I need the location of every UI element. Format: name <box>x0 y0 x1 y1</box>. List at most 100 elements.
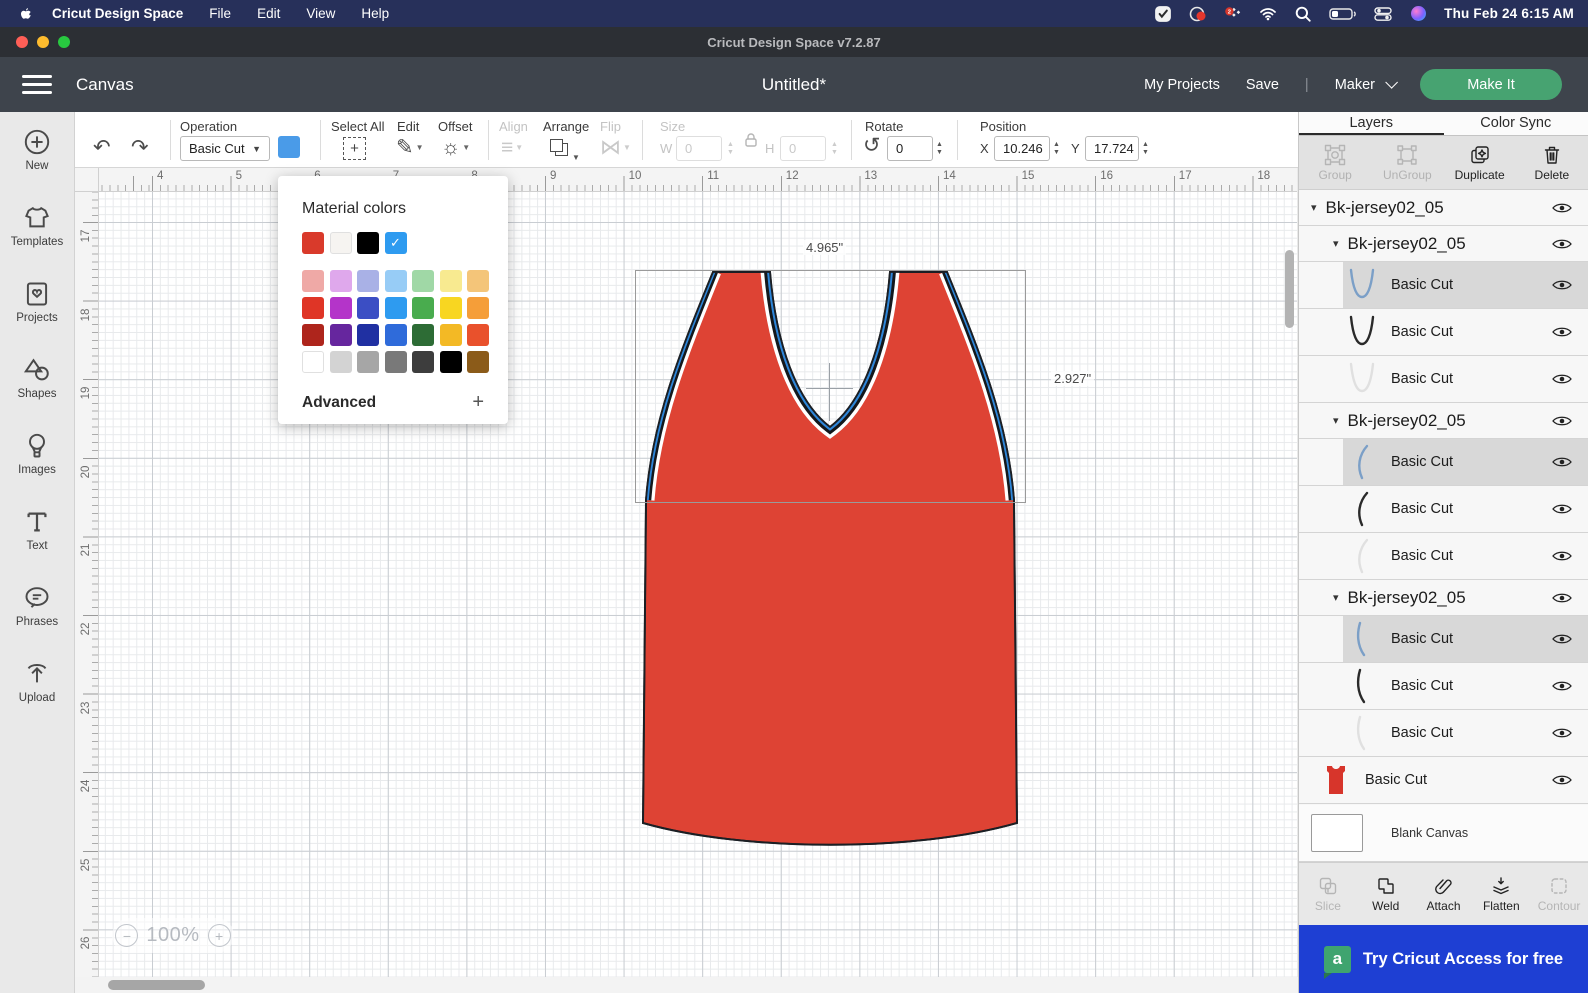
canvas-horizontal-scrollbar[interactable] <box>108 980 205 990</box>
machine-selector[interactable]: Maker <box>1335 76 1398 93</box>
palette-color-swatch[interactable] <box>357 297 379 319</box>
undo-icon[interactable]: ↶ <box>93 136 111 160</box>
material-color-swatch[interactable] <box>357 232 379 254</box>
sidebar-item-templates[interactable]: Templates <box>0 188 74 264</box>
layer-item-row-selected[interactable]: Basic Cut <box>1299 616 1588 663</box>
material-color-swatch[interactable] <box>302 232 324 254</box>
add-color-icon[interactable]: + <box>472 391 484 414</box>
flatten-button[interactable]: Flatten <box>1472 863 1530 925</box>
offset-sun-icon[interactable]: ☼ ▼ <box>441 136 470 160</box>
palette-color-swatch[interactable] <box>384 297 407 319</box>
wifi-status-icon[interactable] <box>1259 6 1277 22</box>
spotlight-search-icon[interactable] <box>1294 6 1312 22</box>
palette-color-swatch[interactable] <box>467 270 489 292</box>
layer-visibility-eye-icon[interactable] <box>1552 373 1572 385</box>
rotate-icon[interactable]: ↺ <box>863 134 881 158</box>
sidebar-item-shapes[interactable]: Shapes <box>0 340 74 416</box>
sidebar-item-images[interactable]: Images <box>0 416 74 492</box>
attach-button[interactable]: Attach <box>1415 863 1473 925</box>
palette-color-swatch[interactable] <box>439 324 462 346</box>
sidebar-item-upload[interactable]: Upload <box>0 644 74 720</box>
layer-group-row[interactable]: ▾ Bk-jersey02_05 <box>1299 580 1588 616</box>
layer-item-row[interactable]: Basic Cut <box>1299 309 1588 356</box>
collapse-triangle-icon[interactable]: ▾ <box>1333 591 1339 604</box>
duplicate-button[interactable]: Duplicate <box>1444 136 1516 189</box>
layer-visibility-eye-icon[interactable] <box>1552 592 1572 604</box>
position-y-stepper[interactable]: ▲ ▼ <box>1139 136 1152 161</box>
canvas-nav-label[interactable]: Canvas <box>76 75 134 95</box>
palette-color-swatch[interactable] <box>329 351 352 373</box>
layer-group-row[interactable]: ▾ Bk-jersey02_05 <box>1299 190 1588 226</box>
sidebar-item-text[interactable]: Text <box>0 492 74 568</box>
minimize-window-button[interactable] <box>37 36 49 48</box>
palette-color-swatch[interactable] <box>357 270 379 292</box>
palette-color-swatch[interactable] <box>467 351 489 373</box>
layer-item-row[interactable]: Basic Cut <box>1299 710 1588 757</box>
selection-bounding-box[interactable] <box>635 270 1026 503</box>
app-notification-status-icon[interactable] <box>1189 6 1207 22</box>
weld-button[interactable]: Weld <box>1357 863 1415 925</box>
palette-color-swatch[interactable] <box>329 324 352 346</box>
material-color-swatch[interactable] <box>329 232 352 254</box>
layer-item-row-selected[interactable]: Basic Cut <box>1299 262 1588 309</box>
layer-visibility-eye-icon[interactable] <box>1552 633 1572 645</box>
layer-item-row[interactable]: Basic Cut <box>1299 757 1588 804</box>
layer-item-row[interactable]: Basic Cut <box>1299 356 1588 403</box>
palette-color-swatch[interactable] <box>439 270 462 292</box>
control-center-icon[interactable] <box>1374 6 1392 22</box>
layer-item-row-selected[interactable]: Basic Cut <box>1299 439 1588 486</box>
advanced-colors-link[interactable]: Advanced <box>302 394 376 412</box>
material-color-swatch-selected[interactable]: ✓ <box>384 232 407 254</box>
menubar-item-view[interactable]: View <box>306 6 335 21</box>
menubar-item-help[interactable]: Help <box>361 6 389 21</box>
edit-pencil-icon[interactable]: ✎ ▼ <box>396 136 424 160</box>
palette-color-swatch[interactable] <box>302 270 324 292</box>
delete-button[interactable]: Delete <box>1516 136 1588 189</box>
palette-color-swatch[interactable] <box>384 270 407 292</box>
layer-visibility-eye-icon[interactable] <box>1552 202 1572 214</box>
tab-color-sync[interactable]: Color Sync <box>1444 112 1588 135</box>
layer-visibility-eye-icon[interactable] <box>1552 238 1572 250</box>
position-x-input[interactable]: 10.246 <box>994 136 1050 161</box>
tab-layers[interactable]: Layers <box>1299 112 1444 135</box>
apple-logo-icon[interactable] <box>18 6 34 22</box>
sidebar-item-projects[interactable]: Projects <box>0 264 74 340</box>
collapse-triangle-icon[interactable]: ▾ <box>1311 201 1317 214</box>
layer-item-row[interactable]: Basic Cut <box>1299 533 1588 580</box>
reminders-status-icon[interactable] <box>1154 5 1172 22</box>
layer-visibility-eye-icon[interactable] <box>1552 774 1572 786</box>
palette-color-swatch[interactable] <box>384 324 407 346</box>
blank-canvas-row[interactable]: Blank Canvas <box>1299 805 1588 862</box>
palette-color-swatch[interactable] <box>357 324 379 346</box>
palette-color-swatch[interactable] <box>357 351 379 373</box>
layer-item-row[interactable]: Basic Cut <box>1299 663 1588 710</box>
layer-group-row[interactable]: ▾ Bk-jersey02_05 <box>1299 226 1588 262</box>
redo-icon[interactable]: ↷ <box>131 136 149 160</box>
cricut-access-banner[interactable]: a Try Cricut Access for free <box>1299 925 1588 993</box>
make-it-button[interactable]: Make It <box>1420 69 1562 100</box>
palette-color-swatch[interactable] <box>412 297 434 319</box>
close-window-button[interactable] <box>16 36 28 48</box>
layer-visibility-eye-icon[interactable] <box>1552 456 1572 468</box>
save-link[interactable]: Save <box>1246 77 1279 93</box>
position-x-stepper[interactable]: ▲ ▼ <box>1050 136 1063 161</box>
palette-color-swatch[interactable] <box>439 297 462 319</box>
position-y-input[interactable]: 17.724 <box>1085 136 1139 161</box>
collapse-triangle-icon[interactable]: ▾ <box>1333 414 1339 427</box>
sidebar-item-phrases[interactable]: Phrases <box>0 568 74 644</box>
palette-color-swatch[interactable] <box>412 270 434 292</box>
layer-visibility-eye-icon[interactable] <box>1552 550 1572 562</box>
my-projects-link[interactable]: My Projects <box>1144 77 1220 93</box>
layer-group-row[interactable]: ▾ Bk-jersey02_05 <box>1299 403 1588 439</box>
battery-status-icon[interactable] <box>1329 6 1357 22</box>
siri-icon[interactable] <box>1409 6 1427 22</box>
select-all-icon[interactable]: + <box>343 137 366 160</box>
layer-visibility-eye-icon[interactable] <box>1552 680 1572 692</box>
canvas-vertical-scrollbar[interactable] <box>1285 250 1294 328</box>
sidebar-item-new[interactable]: New <box>0 112 74 188</box>
menubar-clock[interactable]: Thu Feb 24 6:15 AM <box>1444 6 1574 21</box>
operation-color-swatch[interactable] <box>278 136 300 158</box>
palette-color-swatch[interactable] <box>329 297 352 319</box>
badge-2-status-icon[interactable]: 2 <box>1224 6 1242 22</box>
palette-color-swatch[interactable] <box>439 351 462 373</box>
